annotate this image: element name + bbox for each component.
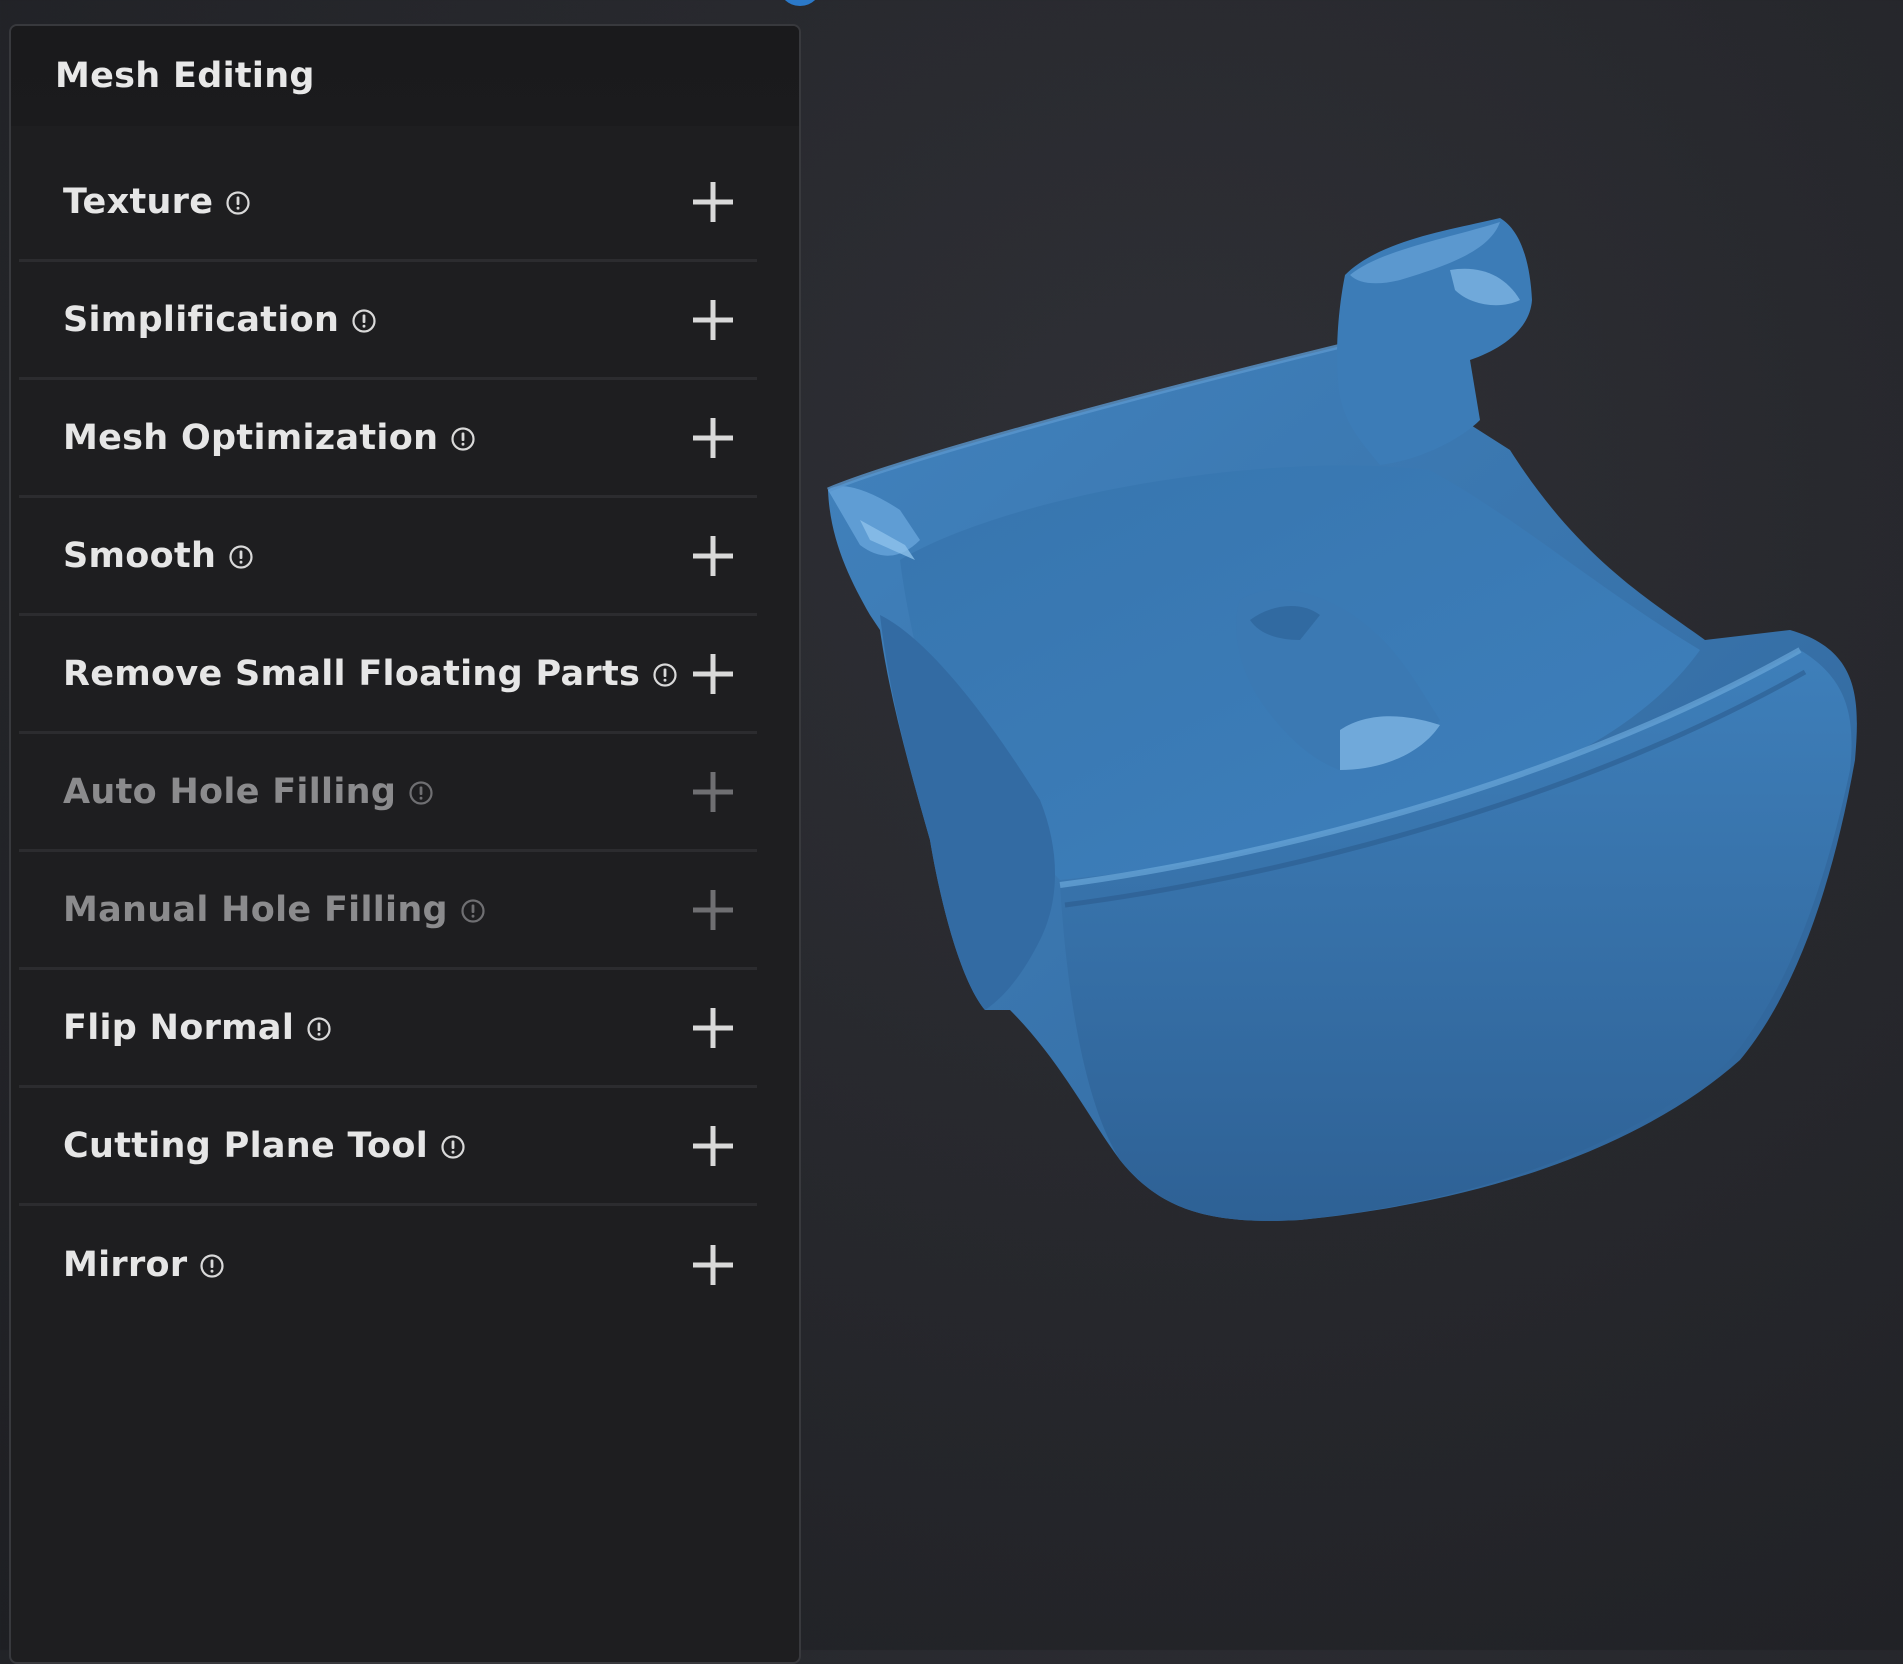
tool-label: Manual Hole Filling — [63, 889, 448, 930]
tool-label: Mesh Optimization — [63, 417, 439, 458]
info-circle-icon[interactable] — [450, 426, 476, 452]
plus-icon[interactable] — [691, 298, 735, 342]
tool-label-group: Simplification — [19, 300, 377, 340]
tool-row-auto-hole-filling[interactable]: Auto Hole Filling — [19, 734, 757, 852]
info-circle-icon[interactable] — [306, 1016, 332, 1042]
tool-row-simplification[interactable]: Simplification — [19, 262, 757, 380]
tool-label-group: Remove Small Floating Parts — [19, 654, 678, 694]
plus-icon[interactable] — [691, 416, 735, 460]
tool-row-remove-small-floating-parts[interactable]: Remove Small Floating Parts — [19, 616, 757, 734]
tool-label: Flip Normal — [63, 1007, 295, 1048]
tool-label-group: Flip Normal — [19, 1008, 332, 1048]
info-circle-icon[interactable] — [440, 1134, 466, 1160]
tool-label: Remove Small Floating Parts — [63, 653, 641, 694]
info-circle-icon[interactable] — [460, 898, 486, 924]
plus-icon[interactable] — [691, 652, 735, 696]
tool-label-group: Auto Hole Filling — [19, 772, 434, 812]
tool-list: Texture Simplification Mesh Optimization Sm… — [11, 126, 799, 1324]
tool-label: Smooth — [63, 535, 217, 576]
tool-label: Texture — [63, 181, 214, 222]
plus-icon[interactable] — [691, 1006, 735, 1050]
tool-label-group: Mesh Optimization — [19, 418, 476, 458]
info-circle-icon[interactable] — [652, 662, 678, 688]
tool-label-group: Manual Hole Filling — [19, 890, 486, 930]
tool-label-group: Mirror — [19, 1245, 225, 1285]
info-circle-icon[interactable] — [228, 544, 254, 570]
tool-label-group: Texture — [19, 182, 251, 222]
tool-row-smooth[interactable]: Smooth — [19, 498, 757, 616]
tool-row-mirror[interactable]: Mirror — [19, 1206, 757, 1324]
tool-label: Mirror — [63, 1245, 188, 1285]
plus-icon[interactable] — [691, 1243, 735, 1287]
tool-row-texture[interactable]: Texture — [19, 144, 757, 262]
plus-icon[interactable] — [691, 180, 735, 224]
tool-row-mesh-optimization[interactable]: Mesh Optimization — [19, 380, 757, 498]
info-circle-icon[interactable] — [225, 190, 251, 216]
tool-label-group: Smooth — [19, 536, 254, 576]
plus-icon[interactable] — [691, 534, 735, 578]
tool-row-manual-hole-filling[interactable]: Manual Hole Filling — [19, 852, 757, 970]
tool-row-flip-normal[interactable]: Flip Normal — [19, 970, 757, 1088]
panel-header: Mesh Editing — [11, 26, 799, 126]
top-indicator-dot — [784, 0, 816, 6]
tool-label-group: Cutting Plane Tool — [19, 1126, 466, 1166]
info-circle-icon[interactable] — [408, 780, 434, 806]
info-circle-icon[interactable] — [199, 1253, 225, 1279]
plus-icon[interactable] — [691, 888, 735, 932]
panel-title: Mesh Editing — [55, 56, 315, 96]
info-circle-icon[interactable] — [351, 308, 377, 334]
plus-icon[interactable] — [691, 770, 735, 814]
plus-icon[interactable] — [691, 1124, 735, 1168]
mesh-editing-panel: Mesh Editing Texture Simplification Mesh O… — [9, 24, 801, 1664]
tool-row-cutting-plane-tool[interactable]: Cutting Plane Tool — [19, 1088, 757, 1206]
tool-label: Auto Hole Filling — [63, 771, 397, 812]
tool-label: Simplification — [63, 299, 340, 340]
tool-label: Cutting Plane Tool — [63, 1125, 429, 1166]
